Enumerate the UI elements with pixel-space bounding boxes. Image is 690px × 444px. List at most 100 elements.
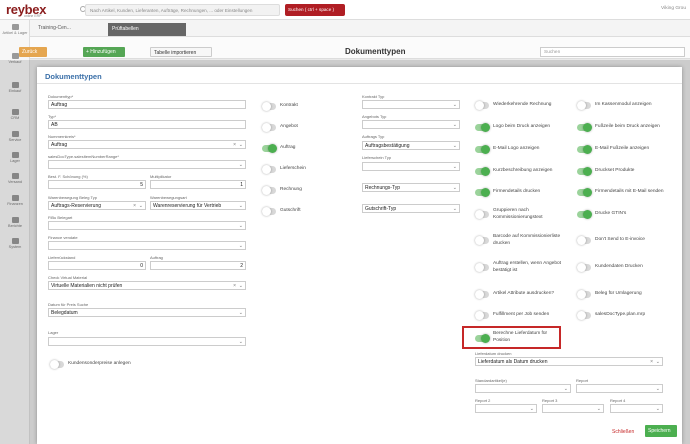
report4-select[interactable]: ⌄ [610,404,663,413]
clear-icon[interactable]: × [133,203,136,209]
clear-icon[interactable]: × [233,142,236,148]
tab-pruftabellen[interactable]: Prüftabellen [108,23,186,36]
chevron-down-icon[interactable]: ⌄ [453,164,457,170]
lager-label: Lager [48,330,59,335]
close-button[interactable]: Schließen [612,429,634,435]
lager-select[interactable]: ⌄ [48,337,246,346]
auftrag-label: Auftrag [150,255,163,260]
chevron-down-icon[interactable]: ⌄ [239,142,243,148]
chevron-down-icon[interactable]: ⌄ [453,143,457,149]
nav-item-artikel[interactable]: Artikel & Lager [0,24,30,35]
virtual-material-select[interactable]: Virtuelle Materialien nicht prüfen × ⌄ [48,281,246,290]
global-search-input[interactable]: Nach Artikel, Kunden, Lieferanten, Auftr… [85,4,280,16]
dokumenttyp-input[interactable]: Auftrag [48,100,246,109]
barcode-toggle[interactable] [475,236,489,245]
auftrag-input[interactable]: 2 [150,261,246,270]
clear-icon[interactable]: × [233,283,236,289]
fusszeile-druck-label: Fußzeile beim Druck anzeigen [595,124,660,129]
lieferdatum-drucken-select[interactable]: Lieferdatum als Datum drucken × ⌄ [475,357,663,366]
kontrakt-toggle[interactable] [262,102,276,111]
auftrag-toggle[interactable] [262,144,277,153]
chevron-down-icon[interactable]: ⌄ [453,102,457,108]
auftrags-typ-select[interactable]: Auftragsbestätigung ⌄ [362,141,460,150]
chevron-down-icon[interactable]: ⌄ [453,206,457,212]
chevron-down-icon[interactable]: ⌄ [239,203,243,209]
report-select[interactable]: ⌄ [576,384,663,393]
auftrag-erstellen-toggle[interactable] [475,263,489,272]
chevron-down-icon[interactable]: ⌄ [239,162,243,168]
chevron-down-icon[interactable]: ⌄ [239,243,243,249]
rechnung-toggle[interactable] [262,186,276,195]
kundendaten-toggle[interactable] [577,263,591,272]
global-search-button[interactable]: Suchen ( ctrl + space ) [285,4,345,16]
salesdoc-number-range-select[interactable]: ⌄ [48,160,246,169]
gruppieren-toggle[interactable] [475,210,489,219]
fulfillment-toggle[interactable] [475,311,489,320]
chevron-down-icon[interactable]: ⌄ [597,406,601,412]
chevron-down-icon[interactable]: ⌄ [656,406,660,412]
finance-label: Finance vendate [48,235,78,240]
report3-select[interactable]: ⌄ [542,404,604,413]
user-menu[interactable]: Viking Grou [661,6,686,11]
import-table-button[interactable]: Tabelle importieren [150,47,212,57]
email-logo-toggle[interactable] [475,145,490,154]
lieferrueckstand-label: Lieferrückstand [48,255,76,260]
add-button[interactable]: + Hinzufügen [83,47,125,57]
datum-preis-select[interactable]: Belegdatum ⌄ [48,308,246,317]
report2-select[interactable]: ⌄ [475,404,537,413]
schoenung-input[interactable]: 5 [48,180,146,189]
chevron-down-icon[interactable]: ⌄ [239,339,243,345]
druckset-toggle[interactable] [577,167,592,176]
firmendetails-email-toggle[interactable] [577,188,592,197]
tab-bar: Training-Cen... Prüftabellen [30,20,690,37]
wb-beleg-typ-select[interactable]: Auftrags-Reservierung × ⌄ [48,201,146,210]
wb-art-select[interactable]: Warenreservierung für Vertrieb ⌄ [150,201,246,210]
email-fusszeile-toggle[interactable] [577,145,592,154]
chevron-down-icon[interactable]: ⌄ [239,310,243,316]
chevron-down-icon[interactable]: ⌄ [656,386,660,392]
lieferschein-typ-select[interactable]: ⌄ [362,162,460,171]
table-search-input[interactable]: Suchen [540,47,685,57]
virtual-material-value: Virtuelle Materialien nicht prüfen [51,283,123,289]
chevron-down-icon[interactable]: ⌄ [453,185,457,191]
lieferschein-toggle[interactable] [262,165,276,174]
gutschrift-typ-select[interactable]: Gutschrift-Typ ⌄ [362,204,460,213]
lieferrueckstand-input[interactable]: 0 [48,261,146,270]
logo-druck-toggle[interactable] [475,123,490,132]
plan-mrp-toggle[interactable] [577,311,591,320]
lieferschein-typ-label: Lieferschein Typ [362,155,392,160]
back-button[interactable]: Zurück [19,47,47,57]
chevron-down-icon[interactable]: ⌄ [239,223,243,229]
chevron-down-icon[interactable]: ⌄ [656,359,660,365]
chevron-down-icon[interactable]: ⌄ [453,122,457,128]
kundensonderpreise-toggle[interactable] [50,360,64,369]
umlagerung-toggle[interactable] [577,290,591,299]
fusszeile-druck-toggle[interactable] [577,123,592,132]
virtual-material-label: Check Virtual Material [48,275,88,280]
wiederkehrende-rechnung-toggle[interactable] [475,101,489,110]
firmendetails-drucken-toggle[interactable] [475,188,490,197]
chevron-down-icon[interactable]: ⌄ [239,283,243,289]
chevron-down-icon[interactable]: ⌄ [564,386,568,392]
angebot-toggle[interactable] [262,123,276,132]
chevron-down-icon[interactable]: ⌄ [530,406,534,412]
einvoice-toggle[interactable] [577,236,591,245]
rechnungs-typ-select[interactable]: Rechnungs-Typ ⌄ [362,183,460,192]
fibu-select[interactable]: ⌄ [48,221,246,230]
kurzbeschreibung-toggle[interactable] [475,167,490,176]
typ-input[interactable]: AB [48,120,246,129]
nummernkreis-select[interactable]: Auftrag × ⌄ [48,140,246,149]
kassenmodul-toggle[interactable] [577,101,591,110]
chevron-down-icon[interactable]: ⌄ [139,203,143,209]
angebots-typ-select[interactable]: ⌄ [362,120,460,129]
kontrakt-typ-select[interactable]: ⌄ [362,100,460,109]
artikel-attribute-toggle[interactable] [475,290,489,299]
finance-select[interactable]: ⌄ [48,241,246,250]
clear-icon[interactable]: × [650,359,653,365]
gutschrift-toggle[interactable] [262,207,276,216]
save-button[interactable]: Speichern [645,425,677,437]
standardartikel-select[interactable]: ⌄ [475,384,571,393]
gtin-toggle[interactable] [577,210,592,219]
multiplikator-input[interactable]: 1 [150,180,246,189]
tab-training-center[interactable]: Training-Cen... [38,25,71,31]
